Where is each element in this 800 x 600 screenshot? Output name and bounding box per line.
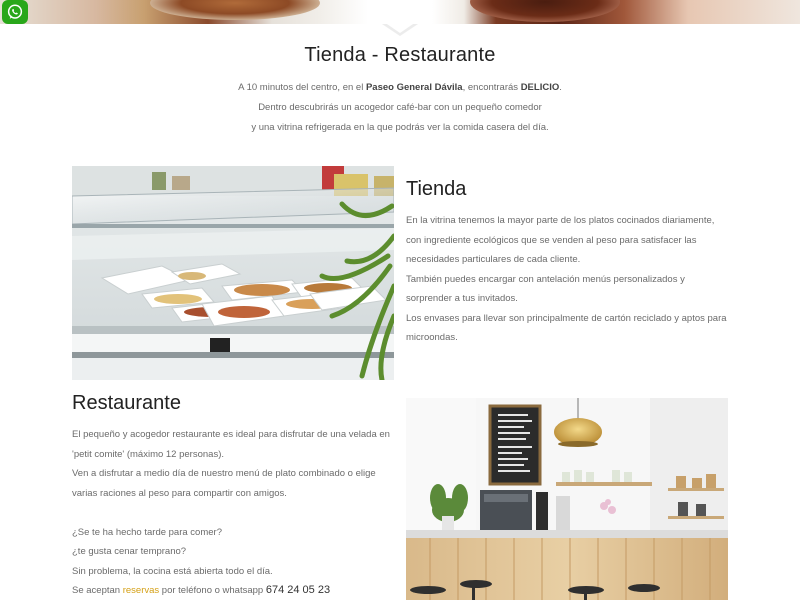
restaurante-description: El pequeño y acogedor restaurante es ide… [72, 425, 400, 600]
intro-text-segment: A 10 minutos del centro, en el [238, 82, 366, 93]
restaurant-interior-photo [406, 398, 728, 600]
tienda-description: En la vitrina tenemos la mayor parte de … [406, 211, 730, 348]
intro-line-1: A 10 minutos del centro, en el Paseo Gen… [0, 78, 800, 98]
reservas-link[interactable]: reservas [123, 585, 159, 596]
intro-text-segment: . [559, 82, 562, 93]
food-plate-image [470, 0, 620, 22]
display-case-illustration [72, 166, 394, 380]
restaurante-hours-note: Sin problema, la cocina está abierta tod… [72, 565, 273, 577]
brand-name: DELICIO [520, 82, 560, 93]
restaurante-paragraph: Ven a disfrutar a medio día de nuestro m… [72, 468, 376, 499]
reservation-text: por teléfono o whatsapp [159, 585, 266, 596]
whatsapp-icon [7, 4, 23, 19]
tienda-heading: Tienda [406, 178, 467, 200]
intro-text: A 10 minutos del centro, en el Paseo Gen… [0, 78, 800, 138]
page-title: Tienda - Restaurante [304, 44, 496, 66]
header-banner-image [0, 0, 800, 24]
intro-text-segment: , encontrarás [462, 82, 521, 93]
tienda-paragraph: En la vitrina tenemos la mayor parte de … [406, 215, 715, 265]
restaurante-heading: Restaurante [72, 392, 181, 414]
tienda-paragraph: Los envases para llevar son principalmen… [406, 312, 727, 344]
intro-line-3: y una vitrina refrigerada en la que podr… [251, 122, 549, 133]
restaurant-interior-illustration [406, 398, 728, 600]
display-case-photo [72, 166, 394, 380]
banner-notch-inner [384, 22, 416, 33]
restaurante-paragraph: El pequeño y acogedor restaurante es ide… [72, 429, 390, 460]
reservation-line: Se aceptan reservas por teléfono o whats… [72, 581, 400, 600]
reservation-text: Se aceptan [72, 585, 123, 596]
restaurante-question: ¿te gusta cenar temprano? [72, 546, 187, 557]
phone-number: 674 24 05 23 [265, 584, 331, 596]
intro-line-2: Dentro descubrirás un acogedor café-bar … [258, 102, 542, 113]
tienda-paragraph: También puedes encargar con antelación m… [406, 273, 685, 305]
food-plate-image [150, 0, 320, 20]
location-name: Paseo General Dávila [365, 82, 463, 93]
whatsapp-button[interactable] [2, 0, 28, 24]
restaurante-question: ¿Se te ha hecho tarde para comer? [72, 526, 222, 538]
